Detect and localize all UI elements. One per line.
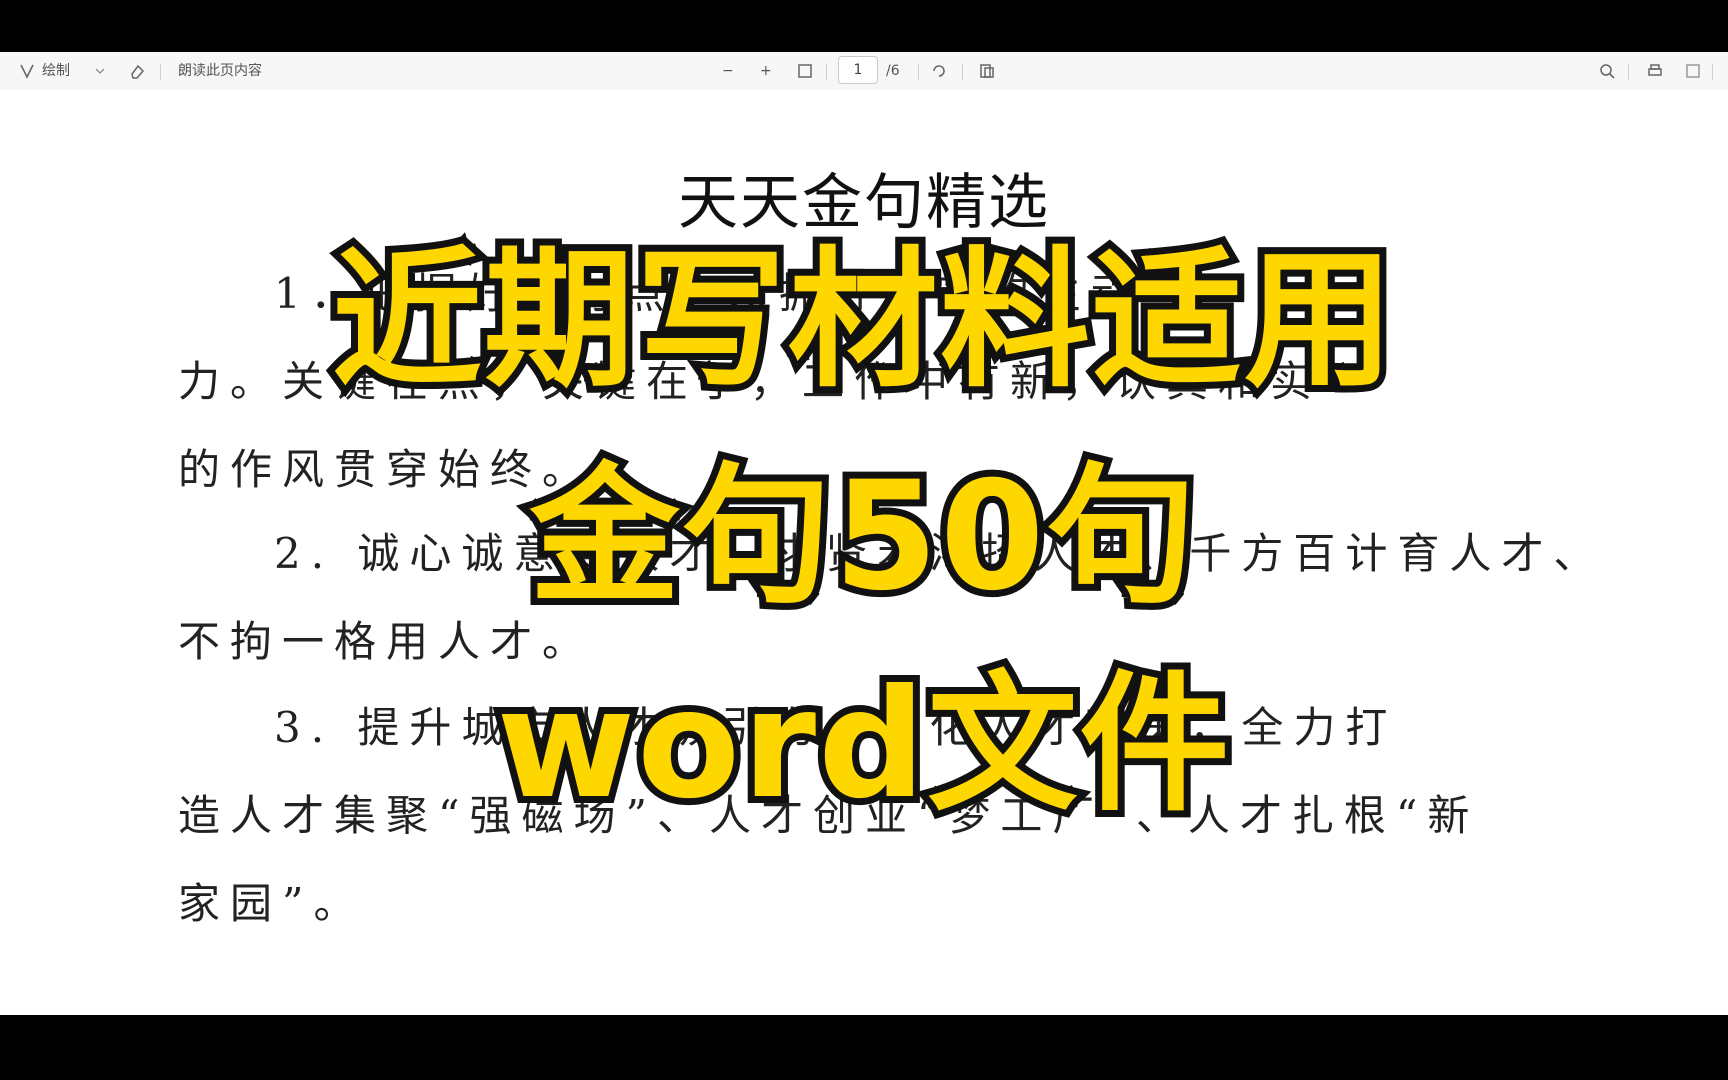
toolbar-divider [826,64,827,80]
paragraph-line: 的作风贯穿始终。 [178,445,595,494]
paragraph-1: 1．把握好着力点，以抓好落实的生动 力。关键在点，关键在于，工作中有新，认真和实… [178,250,1540,514]
page-view-button[interactable] [978,60,996,82]
document-title: 天天金句精选 [678,168,1050,238]
rotate-button[interactable] [930,60,948,82]
read-aloud-button[interactable]: 朗读此页内容 [178,60,262,82]
document-page: 天天金句精选 1．把握好着力点，以抓好落实的生动 力。关键在点，关键在于，工作中… [0,90,1728,1015]
print-button[interactable] [1646,60,1664,82]
fit-page-icon [798,64,812,78]
toolbar-divider [918,64,919,80]
paragraph-3: 3. 提升城市人才吸引力，深化人才政策，全力打 造人才集聚“强磁场”、人才创业“… [178,684,1540,948]
paragraph-line: 造人才集聚“强磁场”、人才创业“梦工厂”、人才扎根“新 [178,791,1480,840]
read-aloud-label: 朗读此页内容 [178,63,262,79]
toolbar-divider [1628,64,1629,80]
letterbox-bottom [0,1015,1728,1080]
print-icon [1648,64,1662,76]
page-number-input[interactable]: 1 [838,56,878,84]
toolbar-divider [962,64,963,80]
page-total: /6 [886,60,900,82]
search-button[interactable] [1598,60,1616,82]
save-button[interactable] [1684,60,1702,82]
page-total-label: /6 [886,63,900,79]
paragraph-line: 1．把握好着力点，以抓好落实的生动 [274,269,1143,318]
save-icon [1686,64,1700,78]
eraser-icon [131,64,145,79]
minus-icon: − [722,63,734,79]
chevron-down-icon[interactable] [94,65,106,77]
paragraph-line: 2. 诚心诚意爱人才、求贤若渴招人才、千方百计育人才、 [274,529,1606,578]
paragraph-line: 3. 提升城市人才吸引力，深化人才政策，全力打 [274,703,1398,752]
toolbar-divider [160,64,161,80]
draw-label: 绘制 [42,63,70,79]
paragraph-line: 不拘一格用人才。 [178,617,595,666]
paragraph-2: 2. 诚心诚意爱人才、求贤若渴招人才、千方百计育人才、 不拘一格用人才。 [178,510,1606,686]
draw-icon [20,64,34,79]
paragraph-line: 力。关键在点，关键在于，工作中有新，认真和实 [178,357,1323,406]
toolbar-divider [1712,64,1713,80]
eraser-tool[interactable] [128,60,146,82]
draw-tool[interactable]: 绘制 [18,60,106,82]
paragraph-line: 家园”。 [178,879,366,928]
reader-toolbar: 绘制 朗读此页内容 − + 1 /6 [0,52,1728,91]
page-view-icon [980,64,994,78]
zoom-in-button[interactable]: + [760,60,772,82]
search-icon [1600,64,1615,79]
plus-icon: + [760,63,772,79]
zoom-out-button[interactable]: − [722,60,734,82]
video-frame: 绘制 朗读此页内容 − + 1 /6 天天金句精选 1．把握好着力点，以抓好落实… [0,0,1728,1080]
rotate-icon [933,65,945,77]
fit-page-button[interactable] [796,60,814,82]
